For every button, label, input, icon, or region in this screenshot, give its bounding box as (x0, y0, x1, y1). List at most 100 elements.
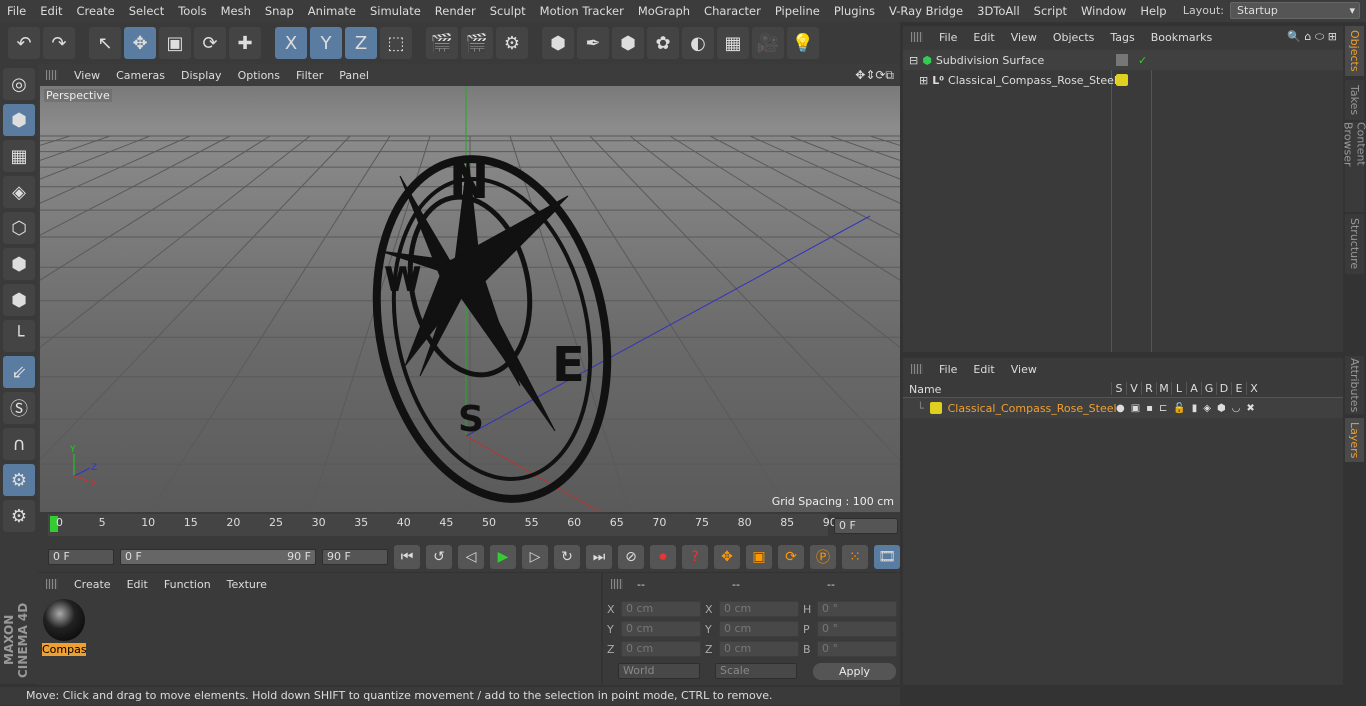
menu-3dtoall[interactable]: 3DToAll (970, 4, 1027, 18)
menu-script[interactable]: Script (1027, 4, 1074, 18)
menu-edit[interactable]: Edit (973, 31, 994, 44)
menu-animate[interactable]: Animate (301, 4, 363, 18)
light-icon[interactable]: 💡 (787, 27, 819, 59)
go-to-start-button[interactable]: ⏮ (394, 545, 420, 569)
tab-objects[interactable]: Objects (1345, 26, 1364, 76)
edge-mode-icon[interactable]: ⬢ (3, 248, 35, 280)
subdivision-icon[interactable]: ⬢ (612, 27, 644, 59)
coord-field[interactable]: 0 ° (817, 601, 897, 617)
menu-v-ray-bridge[interactable]: V-Ray Bridge (882, 4, 970, 18)
editor-render-toggle[interactable] (1116, 54, 1128, 66)
menu-options[interactable]: Options (238, 69, 280, 82)
floor-icon[interactable]: ▦ (717, 27, 749, 59)
tab-structure[interactable]: Structure (1345, 214, 1364, 274)
key-pla-button[interactable]: ⁙ (842, 545, 868, 569)
menu-file[interactable]: File (939, 363, 957, 376)
start-frame-field[interactable]: 0 F (48, 549, 114, 565)
layer-column-l[interactable]: L (1171, 382, 1186, 395)
menu-tools[interactable]: Tools (171, 4, 213, 18)
menu-render[interactable]: Render (428, 4, 483, 18)
pen-icon[interactable]: ✒ (577, 27, 609, 59)
menu-cameras[interactable]: Cameras (116, 69, 165, 82)
cloner-icon[interactable]: ✿ (647, 27, 679, 59)
snap-settings-icon[interactable]: ⚙ (3, 500, 35, 532)
menu-mesh[interactable]: Mesh (214, 4, 258, 18)
prev-key-button[interactable]: ↺ (426, 545, 452, 569)
menu-edit[interactable]: Edit (127, 578, 148, 591)
timeline[interactable]: 0 5 10 15 20 25 30 35 40 45 50 55 60 65 70 75 80 85 90 0 F (38, 512, 900, 542)
name-column-header[interactable]: Name (909, 383, 941, 396)
menu-view[interactable]: View (1011, 31, 1037, 44)
tab-attributes[interactable]: Attributes (1345, 356, 1364, 414)
object-name[interactable]: Classical_Compass_Rose_Steel (948, 74, 1117, 87)
menu-help[interactable]: Help (1133, 4, 1173, 18)
move-all-icon[interactable]: ✚ (229, 27, 261, 59)
next-key-button[interactable]: ↻ (554, 545, 580, 569)
coord-field[interactable]: 0 cm (621, 601, 701, 617)
coord-field[interactable]: 0 cm (621, 621, 701, 637)
record-button[interactable]: ⏺ (650, 545, 676, 569)
z-axis-icon[interactable]: Z (345, 27, 377, 59)
workplane-icon[interactable]: ◈ (3, 176, 35, 208)
go-to-end-button[interactable]: ⏭ (586, 545, 612, 569)
coord-field[interactable]: 0 cm (719, 641, 799, 657)
menu-create[interactable]: Create (70, 4, 122, 18)
deformer-icon[interactable]: ◐ (682, 27, 714, 59)
viewport-nav-icons[interactable]: ✥⇕⟳⧉ (855, 68, 894, 83)
menu-panel[interactable]: Panel (339, 69, 369, 82)
expand-icon[interactable]: ⊞ (919, 74, 928, 87)
layer-column-e[interactable]: E (1231, 382, 1246, 395)
apply-button[interactable]: Apply (813, 663, 896, 680)
prev-frame-button[interactable]: ◁ (458, 545, 484, 569)
solo-icon[interactable]: Ⓢ (3, 392, 35, 424)
menu-view[interactable]: View (74, 69, 100, 82)
menu-edit[interactable]: Edit (33, 4, 69, 18)
menu-snap[interactable]: Snap (258, 4, 301, 18)
key-position-button[interactable]: ✥ (714, 545, 740, 569)
snap-icon[interactable]: ⚙ (3, 464, 35, 496)
layer-color-swatch[interactable] (929, 402, 942, 414)
menu-objects[interactable]: Objects (1053, 31, 1095, 44)
3d-view[interactable]: N E S W Y Z X Perspective Grid Spacing :… (40, 86, 900, 512)
menu-simulate[interactable]: Simulate (363, 4, 428, 18)
layer-name[interactable]: Classical_Compass_Rose_Steel (948, 402, 1117, 415)
timeline-ruler[interactable]: 0 5 10 15 20 25 30 35 40 45 50 55 60 65 70 75 80 85 90 (48, 514, 837, 536)
render-settings-icon[interactable]: ⚙ (496, 27, 528, 59)
layer-column-m[interactable]: M (1156, 382, 1171, 395)
redo-icon[interactable]: ↷ (43, 27, 75, 59)
scale-dropdown[interactable]: Scale (715, 663, 797, 679)
next-frame-button[interactable]: ▷ (522, 545, 548, 569)
menu-create[interactable]: Create (74, 578, 111, 591)
menu-edit[interactable]: Edit (973, 363, 994, 376)
scale-icon[interactable]: ▣ (159, 27, 191, 59)
current-frame-field[interactable]: 0 F (834, 518, 898, 534)
material-item[interactable]: Compas (42, 599, 87, 656)
layer-row[interactable]: └ Classical_Compass_Rose_Steel ●▣▪⊏🔓▮◈⬢◡… (903, 398, 1343, 418)
menu-texture[interactable]: Texture (227, 578, 267, 591)
tab-layers[interactable]: Layers (1345, 418, 1364, 462)
layer-column-a[interactable]: A (1186, 382, 1201, 395)
menu-function[interactable]: Function (164, 578, 211, 591)
end-frame-field[interactable]: 90 F (322, 549, 388, 565)
timeline-window-button[interactable]: 🎞 (874, 545, 900, 569)
key-scale-button[interactable]: ▣ (746, 545, 772, 569)
move-icon[interactable]: ✥ (124, 27, 156, 59)
layer-color-swatch[interactable] (1116, 74, 1128, 86)
layer-toggle-icons[interactable]: ●▣▪⊏🔓▮◈⬢◡✖ (1116, 403, 1261, 414)
menu-filter[interactable]: Filter (296, 69, 323, 82)
menu-file[interactable]: File (0, 4, 33, 18)
point-mode-icon[interactable]: ⬡ (3, 212, 35, 244)
make-editable-icon[interactable]: ◎ (3, 68, 35, 100)
undo-icon[interactable]: ↶ (8, 27, 40, 59)
layer-column-x[interactable]: X (1246, 382, 1261, 395)
world-dropdown[interactable]: World (618, 663, 700, 679)
layer-column-g[interactable]: G (1201, 382, 1216, 395)
model-mode-icon[interactable]: ⬢ (3, 104, 35, 136)
texture-mode-icon[interactable]: ▦ (3, 140, 35, 172)
menu-view[interactable]: View (1011, 363, 1037, 376)
cube-icon[interactable]: ⬢ (542, 27, 574, 59)
coord-field[interactable]: 0 ° (817, 621, 897, 637)
coord-field[interactable]: 0 cm (719, 601, 799, 617)
tab-content-browser[interactable]: Content Browser (1342, 122, 1366, 212)
menu-display[interactable]: Display (181, 69, 222, 82)
